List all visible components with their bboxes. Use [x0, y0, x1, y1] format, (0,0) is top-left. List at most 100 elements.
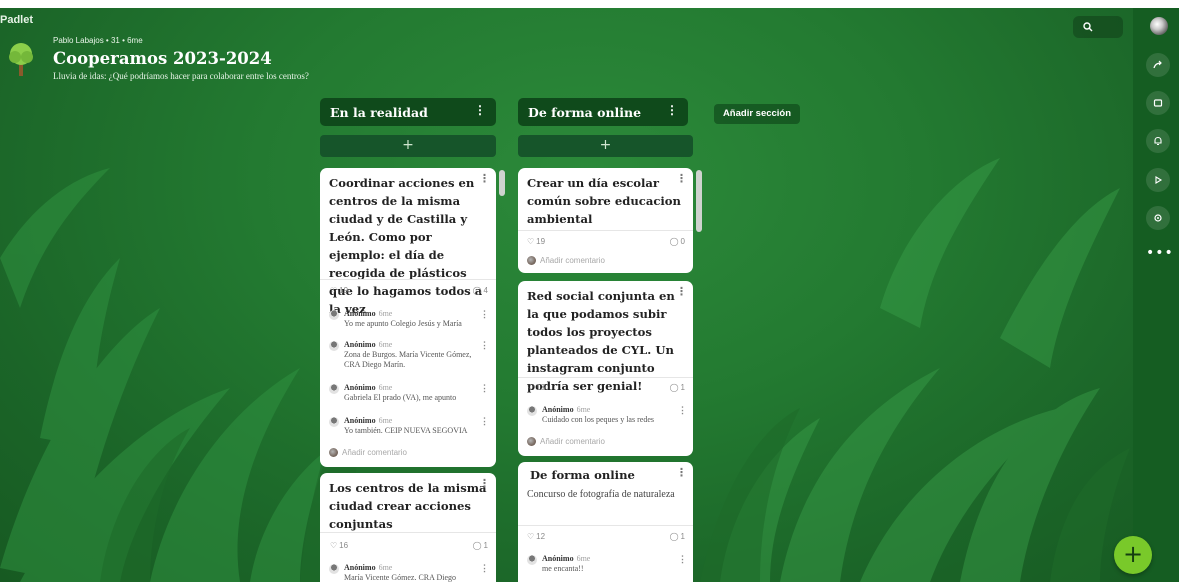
column-header-en-la-realidad[interactable]: En la realidad ⋮	[320, 98, 496, 126]
like-count: 19	[536, 237, 546, 246]
comment-text: me encanta!!	[542, 564, 584, 573]
search-button[interactable]	[1073, 16, 1123, 38]
divider	[320, 532, 496, 533]
share-button[interactable]	[1146, 53, 1170, 77]
comment-time: 6me	[378, 340, 393, 349]
comment-time: 6me	[378, 383, 393, 392]
share-icon	[1153, 60, 1162, 69]
post-card[interactable]: Coordinar acciones en centros de la mism…	[320, 168, 496, 467]
post-card[interactable]: De forma online ⋮ Concurso de fotografía…	[518, 462, 693, 582]
more-icon[interactable]: •••	[1146, 246, 1173, 260]
user-avatar-small	[527, 437, 536, 446]
like-count: 16	[339, 541, 349, 550]
comment-author-name: Anónimo	[542, 405, 574, 414]
comment-count-value: 1	[680, 532, 685, 541]
anonymous-avatar	[329, 341, 339, 351]
post-card[interactable]: Red social conjunta en la que podamos su…	[518, 281, 693, 456]
post-card[interactable]: Los centros de la misma ciudad crear acc…	[320, 473, 496, 582]
comment-count-value: 1	[483, 541, 488, 550]
add-post-button-col1[interactable]: +	[320, 135, 496, 157]
heart-icon: ♡	[527, 383, 535, 392]
column-scrollbar[interactable]	[499, 170, 505, 196]
comment-text: Zona de Burgos. María Vicente Gómez, CRA…	[344, 350, 472, 369]
search-icon	[1083, 22, 1093, 32]
column-menu-icon[interactable]: ⋮	[666, 103, 678, 117]
comment-count-value: 1	[680, 383, 685, 392]
comment-author: Anónimo 6me	[542, 405, 590, 414]
board-description: Lluvia de idas: ¿Qué podríamos hacer par…	[53, 71, 309, 81]
comment-time: 6me	[576, 554, 591, 563]
remake-button[interactable]	[1146, 91, 1170, 115]
add-comment-field[interactable]: Añadir comentario	[329, 448, 407, 457]
user-avatar-small	[527, 256, 536, 265]
add-comment-field[interactable]: Añadir comentario	[527, 256, 605, 265]
like-button[interactable]: ♡ 13	[527, 383, 545, 392]
heart-icon: ♡	[527, 237, 535, 246]
board-tree-icon	[9, 43, 33, 76]
board-title: Cooperamos 2023-2024	[53, 49, 272, 68]
like-button[interactable]: ♡ 19	[330, 286, 348, 295]
post-title: Red social conjunta en la que podamos su…	[527, 289, 675, 393]
post-menu-icon[interactable]: ⋮	[676, 466, 687, 479]
comment-menu-icon[interactable]: ⋮	[480, 416, 489, 427]
like-button[interactable]: ♡ 19	[527, 237, 545, 246]
comment-text: Cuidado con los peques y las redes	[542, 415, 654, 424]
comment-menu-icon[interactable]: ⋮	[480, 340, 489, 351]
comment-icon: ◯	[669, 237, 679, 246]
divider	[518, 525, 693, 526]
comment-author: Anónimo 6me	[344, 383, 392, 392]
column-header-de-forma-online[interactable]: De forma online ⋮	[518, 98, 688, 126]
column-title: De forma online	[528, 105, 642, 120]
add-post-fab[interactable]: +	[1114, 536, 1152, 574]
user-avatar[interactable]	[1150, 17, 1168, 35]
comment-item: Anónimo 6me María Vicente Gómez. CRA Dieg…	[329, 563, 489, 582]
slideshow-button[interactable]	[1146, 168, 1170, 192]
comment-menu-icon[interactable]: ⋮	[480, 563, 489, 574]
comment-menu-icon[interactable]: ⋮	[678, 405, 687, 416]
notifications-button[interactable]	[1146, 129, 1170, 153]
anonymous-avatar	[527, 555, 537, 565]
comment-menu-icon[interactable]: ⋮	[480, 383, 489, 394]
add-comment-placeholder: Añadir comentario	[540, 256, 605, 265]
post-menu-icon[interactable]: ⋮	[479, 172, 490, 185]
post-menu-icon[interactable]: ⋮	[676, 285, 687, 298]
comment-author-name: Anónimo	[542, 554, 574, 563]
like-button[interactable]: ♡ 12	[527, 532, 545, 541]
comment-author: Anónimo 6me	[344, 416, 392, 425]
add-comment-field[interactable]: Añadir comentario	[527, 437, 605, 446]
add-post-button-col2[interactable]: +	[518, 135, 693, 157]
comment-author-name: Anónimo	[344, 340, 376, 349]
comment-count: ◯ 1	[670, 532, 685, 541]
post-title: Crear un día escolar común sobre educaci…	[527, 176, 681, 226]
user-avatar-small	[329, 448, 338, 457]
add-section-button[interactable]: Añadir sección	[714, 104, 800, 124]
padlet-brand[interactable]: Padlet	[0, 14, 33, 26]
settings-button[interactable]	[1146, 206, 1170, 230]
heart-icon: ♡	[527, 532, 535, 541]
anonymous-avatar	[527, 406, 537, 416]
post-menu-icon[interactable]: ⋮	[479, 477, 490, 490]
bell-icon	[1154, 136, 1162, 146]
comment-author: Anónimo 6me	[344, 340, 392, 349]
comment-count: ◯ 0	[670, 237, 685, 246]
settings-icon	[1154, 214, 1162, 222]
comment-menu-icon[interactable]: ⋮	[678, 554, 687, 565]
comment-time: 6me	[378, 416, 393, 425]
comment-icon: ◯	[472, 541, 482, 550]
anonymous-avatar	[329, 417, 339, 427]
anonymous-avatar	[329, 564, 339, 574]
column-menu-icon[interactable]: ⋮	[474, 103, 486, 117]
comment-text: Gabriela El prado (VA), me apunto	[344, 393, 457, 402]
comment-text: Yo me apunto Colegio Jesús y María	[344, 319, 462, 328]
column-scrollbar[interactable]	[696, 170, 702, 232]
post-menu-icon[interactable]: ⋮	[676, 172, 687, 185]
like-button[interactable]: ♡ 16	[330, 541, 348, 550]
post-card[interactable]: Crear un día escolar común sobre educaci…	[518, 168, 693, 273]
comment-menu-icon[interactable]: ⋮	[480, 309, 489, 320]
post-title: De forma online	[530, 468, 635, 482]
anonymous-avatar	[329, 384, 339, 394]
add-comment-placeholder: Añadir comentario	[342, 448, 407, 457]
comment-author-name: Anónimo	[344, 563, 376, 572]
comment-author-name: Anónimo	[344, 416, 376, 425]
post-body: Concurso de fotografía de naturaleza	[527, 489, 675, 500]
